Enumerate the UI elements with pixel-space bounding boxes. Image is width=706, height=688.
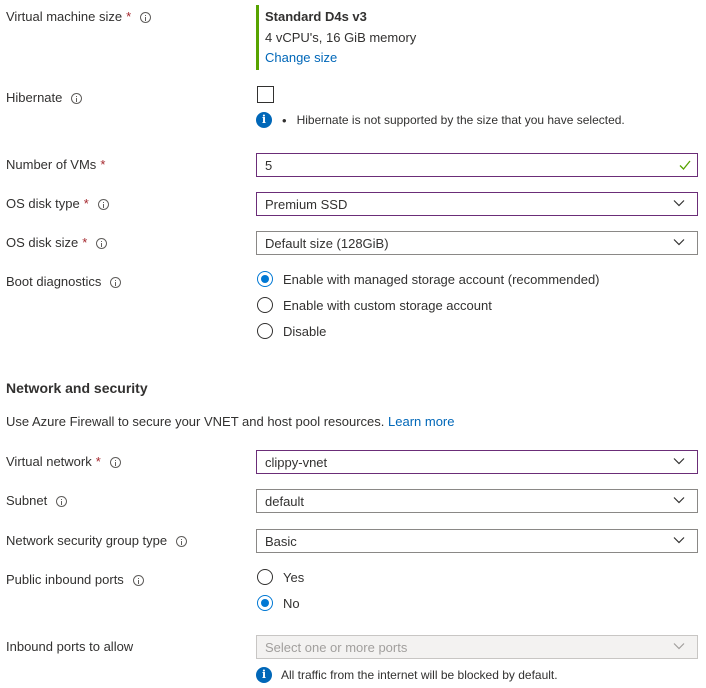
inbound-ports-note-text: All traffic from the internet will be bl… xyxy=(281,668,558,682)
vm-size-description: 4 vCPU's, 16 GiB memory xyxy=(265,30,417,45)
nsg-type-value: Basic xyxy=(265,533,297,549)
chevron-down-icon xyxy=(673,239,685,246)
os-disk-size-label: OS disk size * xyxy=(6,233,108,253)
info-icon[interactable] xyxy=(140,11,152,23)
hibernate-label: Hibernate xyxy=(6,88,83,108)
hibernate-note-text: Hibernate is not supported by the size t… xyxy=(296,113,625,127)
radio-unselected[interactable] xyxy=(257,569,273,585)
required-marker: * xyxy=(82,235,88,250)
subnet-label: Subnet xyxy=(6,491,68,511)
chevron-down-icon xyxy=(673,458,685,465)
inbound-ports-label: Inbound ports to allow xyxy=(6,639,134,654)
public-inbound-label: Public inbound ports xyxy=(6,570,144,590)
info-icon[interactable] xyxy=(71,92,83,104)
section-title-network: Network and security xyxy=(6,380,148,396)
boot-option-custom[interactable]: Enable with custom storage account xyxy=(257,296,492,314)
os-disk-type-value: Premium SSD xyxy=(265,196,348,212)
virtual-network-value: clippy-vnet xyxy=(265,454,328,470)
note-bullet: • xyxy=(282,112,287,128)
learn-more-link[interactable]: Learn more xyxy=(388,414,454,429)
nsg-type-label: Network security group type xyxy=(6,531,188,551)
virtual-network-label: Virtual network * xyxy=(6,452,121,472)
radio-unselected[interactable] xyxy=(257,297,273,313)
num-vms-label: Number of VMs * xyxy=(6,155,105,175)
hibernate-checkbox[interactable] xyxy=(257,86,274,103)
os-disk-size-dropdown[interactable]: Default size (128GiB) xyxy=(256,231,698,255)
os-disk-size-value: Default size (128GiB) xyxy=(265,235,389,251)
radio-unselected[interactable] xyxy=(257,323,273,339)
os-disk-type-label: OS disk type * xyxy=(6,194,109,214)
required-marker: * xyxy=(83,196,89,211)
public-inbound-yes[interactable]: Yes xyxy=(257,568,304,586)
subnet-value: default xyxy=(265,493,305,509)
info-icon[interactable] xyxy=(97,198,109,210)
info-icon[interactable] xyxy=(96,237,108,249)
hibernate-note: i • Hibernate is not supported by the si… xyxy=(256,112,625,128)
size-selected-bar xyxy=(256,5,259,70)
subnet-dropdown[interactable]: default xyxy=(256,489,698,513)
info-filled-icon: i xyxy=(256,667,272,683)
chevron-down-icon xyxy=(673,643,685,650)
vm-size-name: Standard D4s v3 xyxy=(265,9,367,24)
boot-option-managed[interactable]: Enable with managed storage account (rec… xyxy=(257,270,600,288)
network-description: Use Azure Firewall to secure your VNET a… xyxy=(6,414,455,429)
inbound-ports-dropdown: Select one or more ports xyxy=(256,635,698,659)
info-icon[interactable] xyxy=(110,276,122,288)
public-inbound-no[interactable]: No xyxy=(257,594,300,612)
chevron-down-icon xyxy=(673,537,685,544)
virtual-network-dropdown[interactable]: clippy-vnet xyxy=(256,450,698,474)
info-filled-icon: i xyxy=(256,112,272,128)
radio-selected[interactable] xyxy=(257,271,273,287)
checkmark-icon xyxy=(679,160,691,170)
os-disk-type-dropdown[interactable]: Premium SSD xyxy=(256,192,698,216)
info-icon[interactable] xyxy=(176,535,188,547)
required-marker: * xyxy=(95,454,101,469)
boot-option-disable[interactable]: Disable xyxy=(257,322,326,340)
info-icon[interactable] xyxy=(132,574,144,586)
info-icon[interactable] xyxy=(56,495,68,507)
chevron-down-icon xyxy=(673,497,685,504)
nsg-type-dropdown[interactable]: Basic xyxy=(256,529,698,553)
required-marker: * xyxy=(100,157,106,172)
num-vms-input[interactable]: 5 xyxy=(256,153,698,177)
chevron-down-icon xyxy=(673,200,685,207)
inbound-ports-note: i All traffic from the internet will be … xyxy=(256,667,558,683)
num-vms-value: 5 xyxy=(265,157,273,173)
boot-diagnostics-label: Boot diagnostics xyxy=(6,272,122,292)
required-marker: * xyxy=(126,9,132,24)
info-icon[interactable] xyxy=(109,456,121,468)
vm-size-label: Virtual machine size * xyxy=(6,7,152,27)
radio-selected[interactable] xyxy=(257,595,273,611)
change-size-link[interactable]: Change size xyxy=(265,50,337,65)
inbound-ports-placeholder: Select one or more ports xyxy=(265,639,408,655)
